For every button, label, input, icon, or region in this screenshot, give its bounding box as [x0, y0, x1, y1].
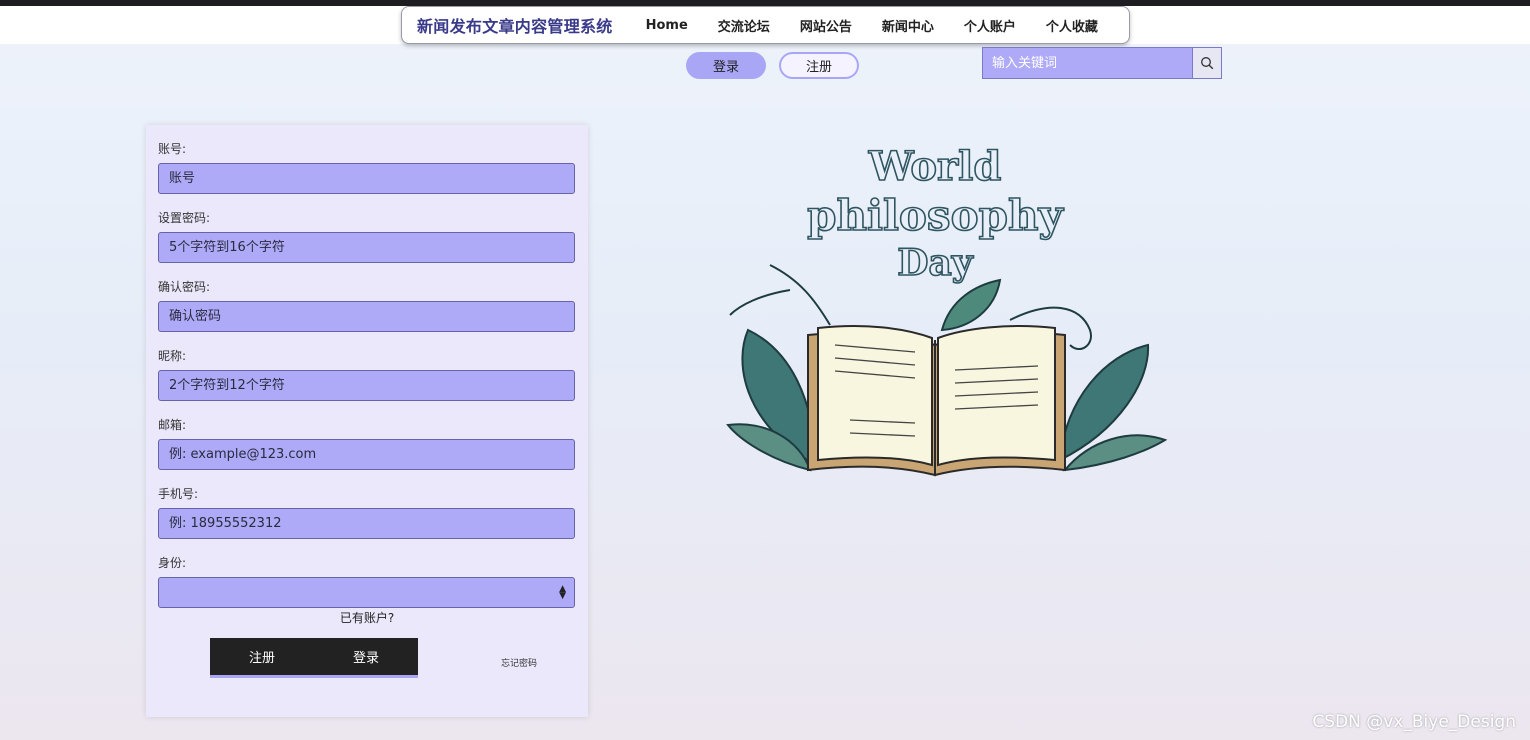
- password-input[interactable]: [158, 232, 575, 263]
- identity-label: 身份:: [158, 556, 187, 570]
- login-button[interactable]: 登录: [314, 638, 418, 675]
- nav-item-news-center[interactable]: 新闻中心: [882, 16, 934, 35]
- nav-item-account[interactable]: 个人账户: [964, 16, 1016, 35]
- search-input[interactable]: [983, 48, 1192, 78]
- nav-item-home[interactable]: Home: [646, 18, 688, 33]
- register-button[interactable]: 注册: [210, 638, 314, 675]
- illustration-title-line3: Day: [897, 242, 974, 284]
- account-input[interactable]: [158, 163, 575, 194]
- phone-input[interactable]: [158, 508, 575, 539]
- vine-left: [729, 264, 831, 326]
- select-arrows-icon: ▲ ▼: [559, 584, 566, 601]
- nickname-label: 昵称:: [158, 349, 187, 363]
- csdn-watermark: CSDN @vx_Biye_Design: [1312, 712, 1516, 732]
- search-bar: [982, 47, 1222, 79]
- world-philosophy-day-illustration: World philosophy Day: [726, 142, 1168, 477]
- book-left-page: [817, 325, 933, 467]
- nickname-input[interactable]: [158, 370, 575, 401]
- email-label: 邮箱:: [158, 418, 187, 432]
- password-label: 设置密码:: [158, 211, 211, 225]
- leaf-top-center: [940, 278, 1002, 332]
- nav-item-forum[interactable]: 交流论坛: [718, 16, 770, 35]
- top-nav: 新闻发布文章内容管理系统 Home 交流论坛 网站公告 新闻中心 个人账户 个人…: [401, 6, 1130, 44]
- identity-select[interactable]: ▲ ▼: [158, 577, 575, 608]
- site-brand[interactable]: 新闻发布文章内容管理系统: [417, 13, 613, 37]
- phone-label: 手机号:: [158, 487, 199, 501]
- header-login-button[interactable]: 登录: [686, 52, 766, 79]
- email-input[interactable]: [158, 439, 575, 470]
- search-button[interactable]: [1192, 48, 1221, 78]
- account-label: 账号:: [158, 142, 187, 156]
- illustration-title-line1: World: [868, 143, 1002, 190]
- register-form: 账号: 设置密码: 确认密码: 昵称: 邮箱: 手机号: 身份: ▲▼ 已有账户…: [146, 125, 588, 717]
- confirm-password-label: 确认密码:: [158, 280, 211, 294]
- nav-item-favorites[interactable]: 个人收藏: [1046, 16, 1098, 35]
- forgot-password-link[interactable]: 忘记密码: [501, 656, 537, 669]
- confirm-password-input[interactable]: [158, 301, 575, 332]
- illustration-title-line2: philosophy: [807, 191, 1064, 240]
- have-account-link[interactable]: 已有账户?: [146, 609, 588, 626]
- search-icon: [1201, 57, 1214, 70]
- header-register-button[interactable]: 注册: [779, 52, 859, 79]
- nav-item-announcements[interactable]: 网站公告: [800, 16, 852, 35]
